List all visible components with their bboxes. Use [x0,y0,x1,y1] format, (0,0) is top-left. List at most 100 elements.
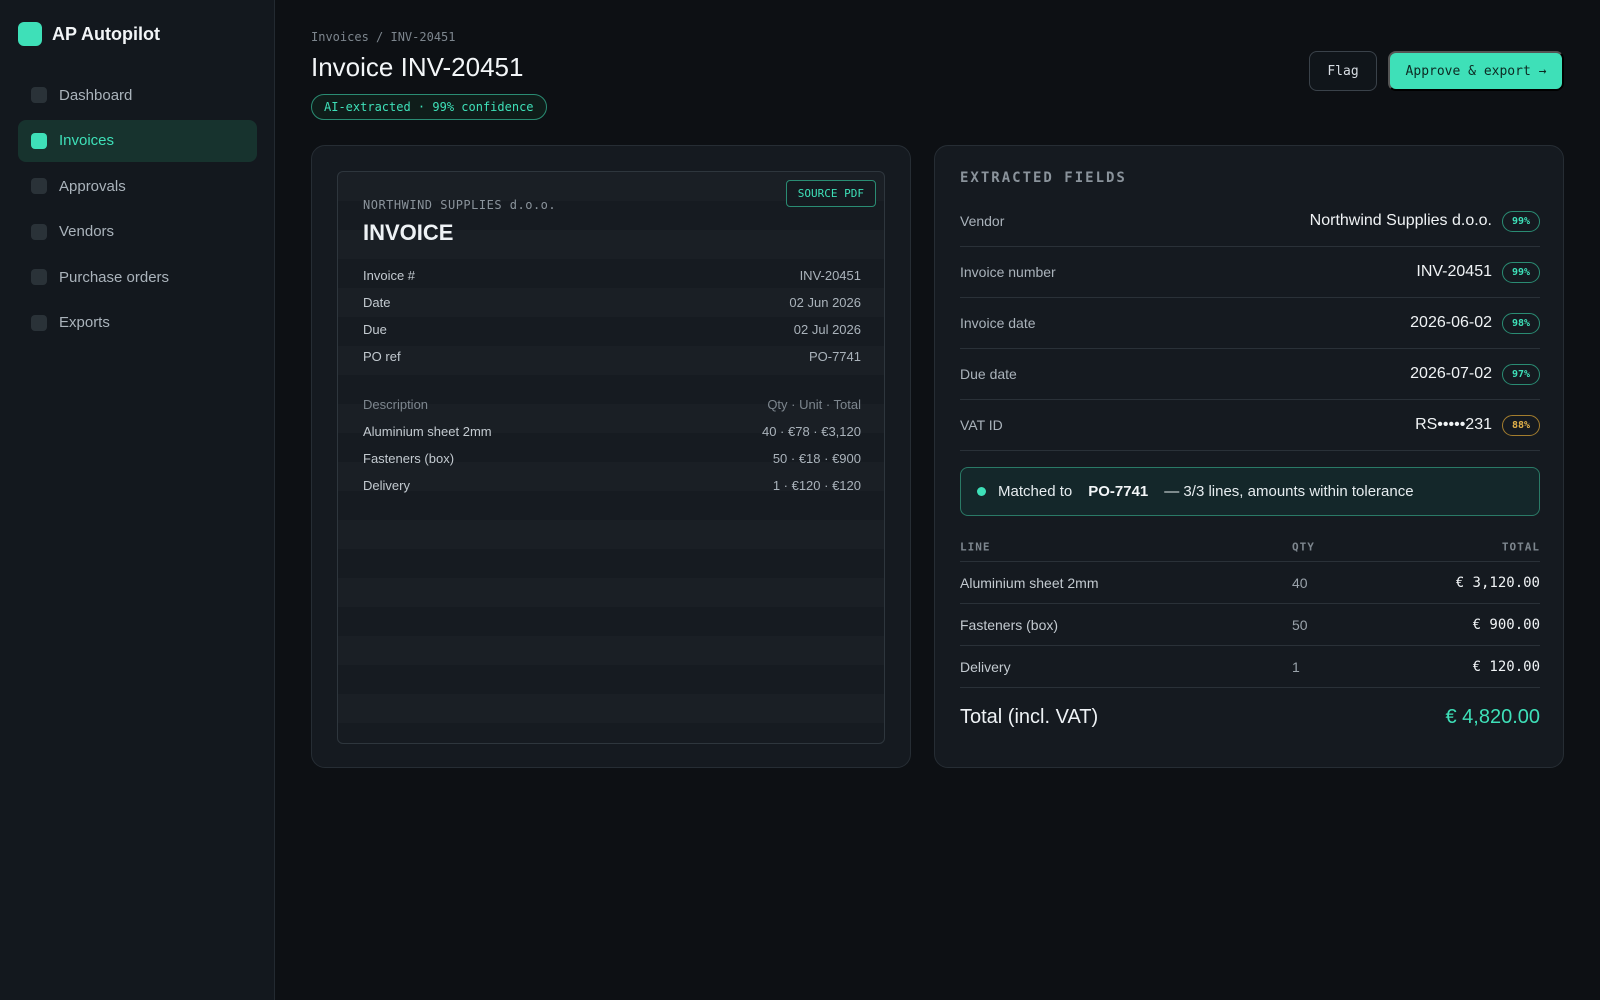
purchase-orders-icon [31,269,47,285]
field-vat-id[interactable]: VAT ID RS•••••231 88% [960,400,1540,451]
match-prefix: Matched to [998,483,1073,500]
document-line-amounts: 50 · €18 · €900 [772,451,861,466]
line-description: Fasteners (box) [960,616,1059,633]
field-label: Vendor [960,213,1005,229]
line-items-header: LINE QTY TOTAL [960,532,1540,562]
field-vendor[interactable]: Vendor Northwind Supplies d.o.o. 99% [960,196,1540,247]
document-line-description: Fasteners (box) [363,451,455,466]
approvals-icon [31,178,47,194]
line-qty: 50 [1292,616,1308,633]
document-meta-label: Invoice # [363,268,416,283]
field-invoice-date[interactable]: Invoice date 2026-06-02 98% [960,298,1540,349]
sidebar-item-label: Vendors [59,223,115,240]
app-logo-icon [18,22,42,46]
table-row[interactable]: Aluminium sheet 2mm 40 € 3,120.00 [960,562,1540,604]
total-label: Total (incl. VAT) [960,705,1099,728]
confidence-badge: 98% [1502,312,1540,334]
confidence-badge-warning: 88% [1502,414,1540,436]
field-value: RS•••••231 [1415,416,1492,433]
ai-confidence-badge: AI-extracted · 99% confidence [311,94,547,120]
sidebar-item-dashboard[interactable]: Dashboard [18,74,257,116]
document-line-amounts: 40 · €78 · €3,120 [761,424,861,439]
field-value-group: INV-20451 99% [1416,261,1540,283]
field-value-group: 2026-07-02 97% [1410,363,1540,385]
line-total: € 900.00 [1472,616,1540,633]
confidence-badge: 97% [1502,363,1540,385]
page-title: Invoice INV-20451 [311,52,524,82]
app-name: AP Autopilot [52,23,160,44]
field-value: 2026-06-02 [1410,314,1492,331]
sidebar-item-label: Dashboard [59,86,133,104]
sidebar-item-label: Approvals [59,177,126,195]
sidebar-item-label: Purchase orders [59,268,170,286]
line-total: € 3,120.00 [1455,574,1540,591]
field-label: Invoice number [960,264,1056,280]
document-lines-header-label: Description [363,397,429,412]
invoice-total: Total (incl. VAT) € 4,820.00 [960,699,1540,735]
field-label: Due date [960,366,1017,382]
sidebar-item-label: Invoices [59,132,115,149]
field-value: INV-20451 [1416,263,1492,280]
line-description: Delivery [960,658,1011,675]
sidebar-nav: Dashboard Invoices Approvals Vendors Pur… [18,74,257,347]
flag-button[interactable]: Flag [1309,51,1377,91]
document-line-description: Aluminium sheet 2mm [363,424,492,439]
line-qty: 1 [1292,658,1300,675]
vendors-icon [31,223,47,240]
document-lines-header-value: Qty · Unit · Total [767,397,861,412]
document-company: NORTHWIND SUPPLIES d.o.o. [363,198,557,212]
document-meta-row: PO ref PO-7741 [363,349,861,364]
document-line-description: Delivery [363,478,410,493]
po-match-banner: Matched to PO-7741 — 3/3 lines, amounts … [960,467,1540,516]
field-value-group: RS•••••231 88% [1415,414,1540,436]
document-line-row: Aluminium sheet 2mm 40 · €78 · €3,120 [363,424,861,439]
document-line-row: Delivery 1 · €120 · €120 [363,478,861,493]
document-meta-label: Date [363,295,391,310]
field-value-group: 2026-06-02 98% [1410,312,1540,334]
breadcrumb[interactable]: Invoices / INV-20451 [311,30,456,44]
sidebar-item-purchase-orders[interactable]: Purchase orders [18,256,257,298]
table-row[interactable]: Fasteners (box) 50 € 900.00 [960,604,1540,646]
field-value: Northwind Supplies d.o.o. [1309,212,1492,229]
confidence-badge: 99% [1502,261,1540,283]
document-lines-header: Description Qty · Unit · Total [363,397,861,412]
document-meta-label: PO ref [363,349,401,364]
line-description: Aluminium sheet 2mm [960,574,1099,591]
document-meta-value: 02 Jun 2026 [789,295,861,310]
sidebar-item-invoices[interactable]: Invoices [18,119,257,162]
sidebar: AP Autopilot Dashboard Invoices Approval… [0,0,275,1000]
status-dot-icon [977,487,986,496]
document-meta-row: Invoice # INV-20451 [363,268,861,283]
document-preview[interactable]: SOURCE PDF NORTHWIND SUPPLIES d.o.o. INV… [337,171,885,744]
match-suffix: — 3/3 lines, amounts within tolerance [1164,483,1414,500]
sidebar-item-approvals[interactable]: Approvals [18,165,257,207]
field-invoice-number[interactable]: Invoice number INV-20451 99% [960,247,1540,298]
source-document-panel: SOURCE PDF NORTHWIND SUPPLIES d.o.o. INV… [311,145,911,768]
line-qty: 40 [1292,574,1308,591]
document-meta-value: INV-20451 [799,268,861,283]
sidebar-item-exports[interactable]: Exports [18,302,257,344]
table-row[interactable]: Delivery 1 € 120.00 [960,646,1540,688]
approve-export-button[interactable]: Approve & export → [1388,51,1564,91]
extracted-fields-panel: EXTRACTED FIELDS Vendor Northwind Suppli… [934,145,1564,768]
column-header-line: LINE [960,540,991,553]
field-value: 2026-07-02 [1410,365,1492,382]
exports-icon [31,314,47,331]
section-title: EXTRACTED FIELDS [960,170,1127,186]
confidence-badge: 99% [1502,210,1540,232]
document-meta-label: Due [363,322,387,337]
source-pdf-button[interactable]: SOURCE PDF [785,180,876,207]
total-value: € 4,820.00 [1445,705,1540,728]
invoices-icon [31,132,47,149]
document-line-row: Fasteners (box) 50 · €18 · €900 [363,451,861,466]
sidebar-item-vendors[interactable]: Vendors [18,211,257,253]
field-value-group: Northwind Supplies d.o.o. 99% [1309,210,1540,232]
brand[interactable]: AP Autopilot [18,22,160,46]
field-label: VAT ID [960,417,1003,433]
dashboard-icon [31,87,47,103]
field-due-date[interactable]: Due date 2026-07-02 97% [960,349,1540,400]
document-meta-value: 02 Jul 2026 [793,322,861,337]
match-po-link[interactable]: PO-7741 [1088,483,1148,500]
document-heading: INVOICE [363,220,454,245]
column-header-total: TOTAL [1501,540,1540,553]
